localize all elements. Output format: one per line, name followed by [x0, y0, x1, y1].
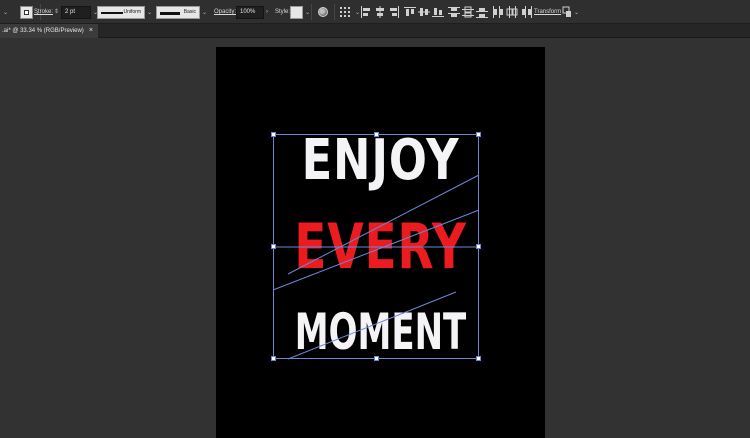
align-top-button[interactable] [404, 0, 416, 24]
align-left-button[interactable] [360, 0, 372, 24]
resize-handle-bottom-right[interactable] [476, 356, 481, 361]
recolor-artwork-button[interactable] [318, 0, 328, 24]
distribute-left-icon [493, 6, 503, 18]
brush-definition[interactable]: Basic ⌄ [156, 0, 207, 24]
transform-panel-link[interactable]: Transform [534, 0, 561, 24]
stroke-label[interactable]: Stroke: [34, 0, 53, 24]
divider [334, 4, 335, 20]
stepper-arrows-icon: ⇕ [54, 8, 60, 15]
chevron-down-icon: ⌄ [3, 9, 9, 16]
distribute-hcenter-icon [506, 6, 518, 18]
chevron-right-icon: › [266, 9, 268, 15]
chevron-down-icon: ⌄ [305, 9, 311, 16]
document-tab-bar: .ai* @ 33.34 % (RGB/Preview) × [0, 24, 750, 38]
align-top-icon [404, 7, 416, 16]
document-tab[interactable]: .ai* @ 33.34 % (RGB/Preview) × [0, 24, 98, 38]
align-bottom-icon [432, 8, 444, 17]
graphic-style-picker[interactable]: ⌄ [290, 0, 310, 24]
align-left-icon [361, 6, 370, 18]
distribute-top-button[interactable] [448, 0, 460, 24]
align-hcenter-button[interactable] [374, 0, 386, 24]
distribute-vcenter-icon [462, 6, 474, 18]
stroke-weight-stepper[interactable]: ⇕ 2 pt ⌄ [54, 0, 98, 24]
resize-handle-top[interactable] [374, 132, 379, 137]
style-swatch [290, 5, 303, 19]
resize-handle-top-left[interactable] [271, 132, 276, 137]
distribute-vcenter-button[interactable] [462, 0, 474, 24]
isolate-icon [562, 6, 571, 17]
chevron-down-icon: ⌄ [202, 9, 208, 16]
distribute-top-icon [448, 7, 460, 17]
globe-recolor-icon [318, 7, 328, 17]
align-vcenter-button[interactable] [418, 0, 430, 24]
align-vcenter-icon [418, 8, 430, 16]
distribute-right-button[interactable] [520, 0, 532, 24]
resize-handle-left[interactable] [271, 244, 276, 249]
resize-handle-bottom[interactable] [374, 356, 379, 361]
distribute-bottom-button[interactable] [476, 0, 488, 24]
close-icon[interactable]: × [89, 27, 93, 35]
selection-bounding-box[interactable] [271, 132, 481, 361]
document-tab-title: .ai* @ 33.34 % (RGB/Preview) [2, 28, 84, 34]
distribute-right-icon [522, 6, 532, 18]
swatch-icon [20, 5, 33, 19]
variable-width-profile[interactable]: Uniform ⌄ [97, 0, 152, 24]
chevron-down-icon: ⌄ [147, 9, 153, 16]
opacity-label[interactable]: Opacity: [214, 0, 236, 24]
align-to-dropdown[interactable]: ⌄ [340, 0, 360, 24]
chevron-down-icon: ⌄ [574, 9, 580, 16]
style-label: Style: [275, 9, 291, 15]
distribute-bottom-icon [476, 8, 488, 18]
isolate-group-button[interactable]: ⌄ [562, 0, 579, 24]
distribute-hcenter-button[interactable] [506, 0, 518, 24]
align-bottom-button[interactable] [432, 0, 444, 24]
resize-handle-right[interactable] [476, 244, 481, 249]
align-hcenter-icon [376, 6, 384, 18]
align-right-icon [390, 6, 399, 18]
canvas[interactable]: ENJOY EVERY MOMENT [0, 39, 750, 438]
divider [311, 4, 312, 20]
resize-handle-top-right[interactable] [476, 132, 481, 137]
artboard[interactable]: ENJOY EVERY MOMENT [216, 47, 545, 438]
resize-handle-bottom-left[interactable] [271, 356, 276, 361]
opacity-field[interactable]: 100% › [236, 0, 268, 24]
grid-icon [340, 7, 350, 17]
distribute-left-button[interactable] [492, 0, 504, 24]
selection-type-dropdown[interactable]: ⌄ [3, 0, 8, 24]
control-bar: ⌄ ⌄ Stroke: ⇕ 2 pt ⌄ Uniform ⌄ Basic ⌄ O… [0, 0, 750, 24]
align-right-button[interactable] [388, 0, 400, 24]
stroke-weight-field[interactable]: 2 pt [61, 5, 92, 19]
